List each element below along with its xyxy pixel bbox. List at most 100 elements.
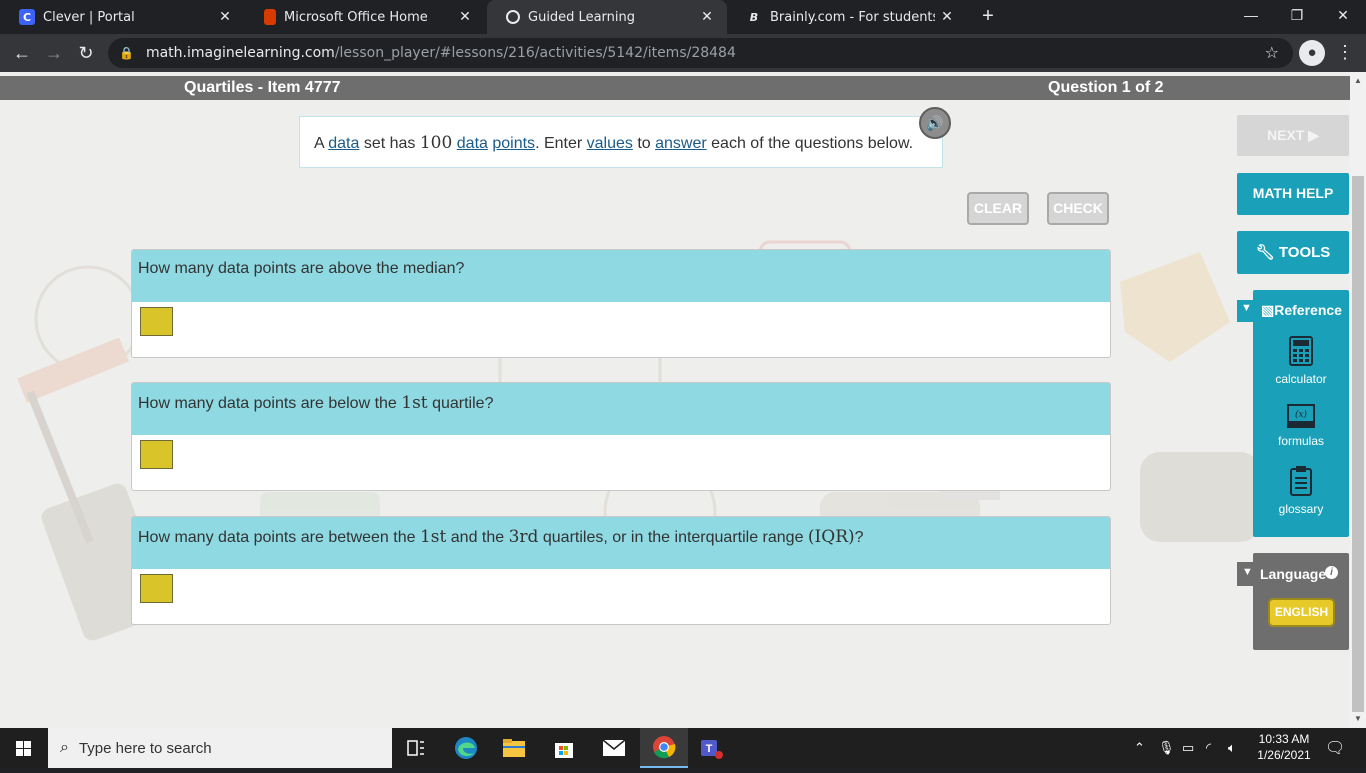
collapse-triangle-icon: ▼	[1241, 302, 1252, 314]
info-icon[interactable]: i	[1325, 566, 1338, 579]
new-tab-icon[interactable]: +	[976, 5, 1000, 29]
question-text-part: How many data points are below the	[138, 395, 402, 412]
notifications-icon[interactable]: 🗨︎	[1325, 738, 1345, 758]
microsoft-store-icon[interactable]	[540, 728, 588, 768]
question-text: How many data points are below the 1st q…	[132, 383, 1110, 435]
brainly-favicon-icon: B	[749, 10, 759, 24]
question-text-part: ?	[854, 529, 864, 546]
question-text-part: How many data points are between the	[138, 529, 420, 546]
formulas-icon: (x)	[1287, 404, 1315, 428]
language-header[interactable]: ▼ Language i	[1237, 562, 1349, 586]
globe-icon	[506, 10, 520, 24]
minimize-icon[interactable]: —	[1228, 0, 1274, 30]
mail-icon[interactable]	[590, 728, 638, 768]
tools-button[interactable]: 🔧︎ TOOLS	[1237, 231, 1349, 274]
question-text-part: How many data points are above the media…	[138, 260, 465, 277]
close-window-icon[interactable]: ✕	[1320, 0, 1366, 30]
close-icon[interactable]: ✕	[453, 9, 477, 25]
tab-guided-learning[interactable]: Guided Learning ✕	[487, 0, 727, 34]
battery-icon[interactable]: ▭	[1182, 740, 1194, 756]
tab-title: Microsoft Office Home	[284, 9, 428, 25]
reference-label: ▧Reference	[1261, 302, 1342, 318]
next-button[interactable]: NEXT ▶	[1237, 115, 1349, 156]
forward-icon[interactable]: →	[42, 41, 66, 65]
restore-icon[interactable]: ❐	[1274, 0, 1320, 30]
back-icon[interactable]: ←	[10, 41, 34, 65]
tab-title: Clever | Portal	[43, 9, 135, 25]
tools-label: TOOLS	[1278, 244, 1331, 261]
glossary-link-answer[interactable]: answer	[655, 135, 707, 152]
svg-text:(x): (x)	[1295, 409, 1308, 420]
glossary-reference[interactable]: glossary	[1253, 466, 1349, 516]
url-host: math.imaginelearning.com	[145, 45, 335, 61]
scrollbar-thumb[interactable]	[1352, 176, 1364, 712]
reload-icon[interactable]: ↻	[74, 41, 98, 65]
scroll-up-icon[interactable]: ▲	[1354, 76, 1362, 85]
prompt-text: set has	[359, 135, 420, 152]
question-math: 3rd	[508, 527, 539, 547]
file-explorer-icon[interactable]	[490, 728, 538, 768]
tab-title: Brainly.com - For students. By stu	[770, 9, 935, 25]
profile-avatar-icon[interactable]: ●	[1299, 40, 1325, 66]
tab-office[interactable]: Microsoft Office Home ✕	[245, 0, 485, 34]
answer-input[interactable]	[140, 574, 173, 603]
edge-icon[interactable]	[442, 728, 490, 768]
browser-toolbar: ← → ↻ 🔒 math.imaginelearning.com /lesson…	[0, 34, 1366, 72]
windows-taskbar: ⌕ Type here to search T ⌃ 🎙︎ ▭ ◜ 🔈︎ 10:3…	[0, 728, 1366, 768]
close-icon[interactable]: ✕	[213, 9, 237, 25]
svg-text:T: T	[706, 743, 713, 755]
tab-clever[interactable]: C Clever | Portal ✕	[0, 0, 245, 34]
check-button[interactable]: CHECK	[1047, 192, 1109, 225]
windows-start-icon[interactable]	[0, 728, 48, 768]
glossary-link-points[interactable]: points	[492, 135, 535, 152]
clipboard-icon	[1290, 466, 1312, 496]
microphone-icon[interactable]: 🎙︎	[1158, 740, 1175, 756]
page-scrollbar[interactable]: ▲ ▼	[1350, 72, 1366, 728]
glossary-link-data[interactable]: data	[457, 135, 488, 152]
search-icon: ⌕	[60, 739, 69, 756]
wifi-icon[interactable]: ◜	[1206, 740, 1211, 756]
answer-input[interactable]	[140, 440, 173, 469]
reference-header[interactable]: ▼ ▧Reference	[1237, 300, 1349, 322]
scroll-down-icon[interactable]: ▼	[1354, 714, 1362, 723]
close-icon[interactable]: ✕	[935, 9, 959, 25]
tab-title: Guided Learning	[528, 9, 635, 25]
system-clock[interactable]: 10:33 AM 1/26/2021	[1252, 731, 1316, 763]
lock-icon: 🔒	[119, 46, 134, 60]
browser-tabstrip: C Clever | Portal ✕ Microsoft Office Hom…	[0, 0, 1366, 34]
speaker-icon[interactable]: 🔊	[919, 107, 951, 139]
answer-input[interactable]	[140, 307, 173, 336]
question-card-3: How many data points are between the 1st…	[131, 516, 1111, 625]
question-prompt: A data set has 100 data points. Enter va…	[299, 116, 943, 168]
clock-time: 10:33 AM	[1258, 732, 1310, 746]
prompt-text: to	[632, 135, 656, 152]
bookmark-star-icon[interactable]: ☆	[1265, 43, 1279, 62]
address-bar[interactable]: 🔒 math.imaginelearning.com /lesson_playe…	[108, 38, 1293, 68]
glossary-link-data[interactable]: data	[328, 135, 359, 152]
menu-kebab-icon[interactable]: ⋮	[1336, 41, 1354, 63]
volume-muted-icon[interactable]: 🔈︎	[1228, 740, 1236, 756]
prompt-math: 100	[419, 133, 453, 153]
math-help-button[interactable]: MATH HELP	[1237, 173, 1349, 215]
prompt-text: each of the questions below.	[706, 135, 914, 152]
clever-favicon-icon: C	[19, 9, 35, 25]
clear-button[interactable]: CLEAR	[967, 192, 1029, 225]
show-hidden-icons-icon[interactable]: ⌃	[1134, 740, 1145, 756]
chrome-icon[interactable]	[640, 728, 688, 768]
task-view-icon[interactable]	[392, 728, 440, 768]
tab-brainly[interactable]: B Brainly.com - For students. By stu ✕	[727, 0, 967, 34]
reference-panel: ▼ ▧Reference calculator (x) formulas glo…	[1237, 290, 1349, 537]
wrench-icon: 🔧︎	[1255, 244, 1275, 261]
glossary-link-values[interactable]: values	[587, 135, 633, 152]
question-progress: Question 1 of 2	[1048, 79, 1164, 96]
english-language-button[interactable]: ENGLISH	[1268, 598, 1335, 627]
prompt-text: A	[314, 135, 329, 152]
teams-icon[interactable]: T	[688, 728, 736, 768]
calculator-icon	[1289, 336, 1313, 366]
formulas-reference[interactable]: (x) formulas	[1253, 404, 1349, 448]
close-icon[interactable]: ✕	[695, 9, 719, 25]
taskbar-search[interactable]: ⌕ Type here to search	[48, 728, 392, 768]
calculator-reference[interactable]: calculator	[1253, 336, 1349, 386]
prompt-text: . Enter	[535, 135, 587, 152]
question-text-part: quartiles, or in the interquartile range	[538, 529, 808, 546]
